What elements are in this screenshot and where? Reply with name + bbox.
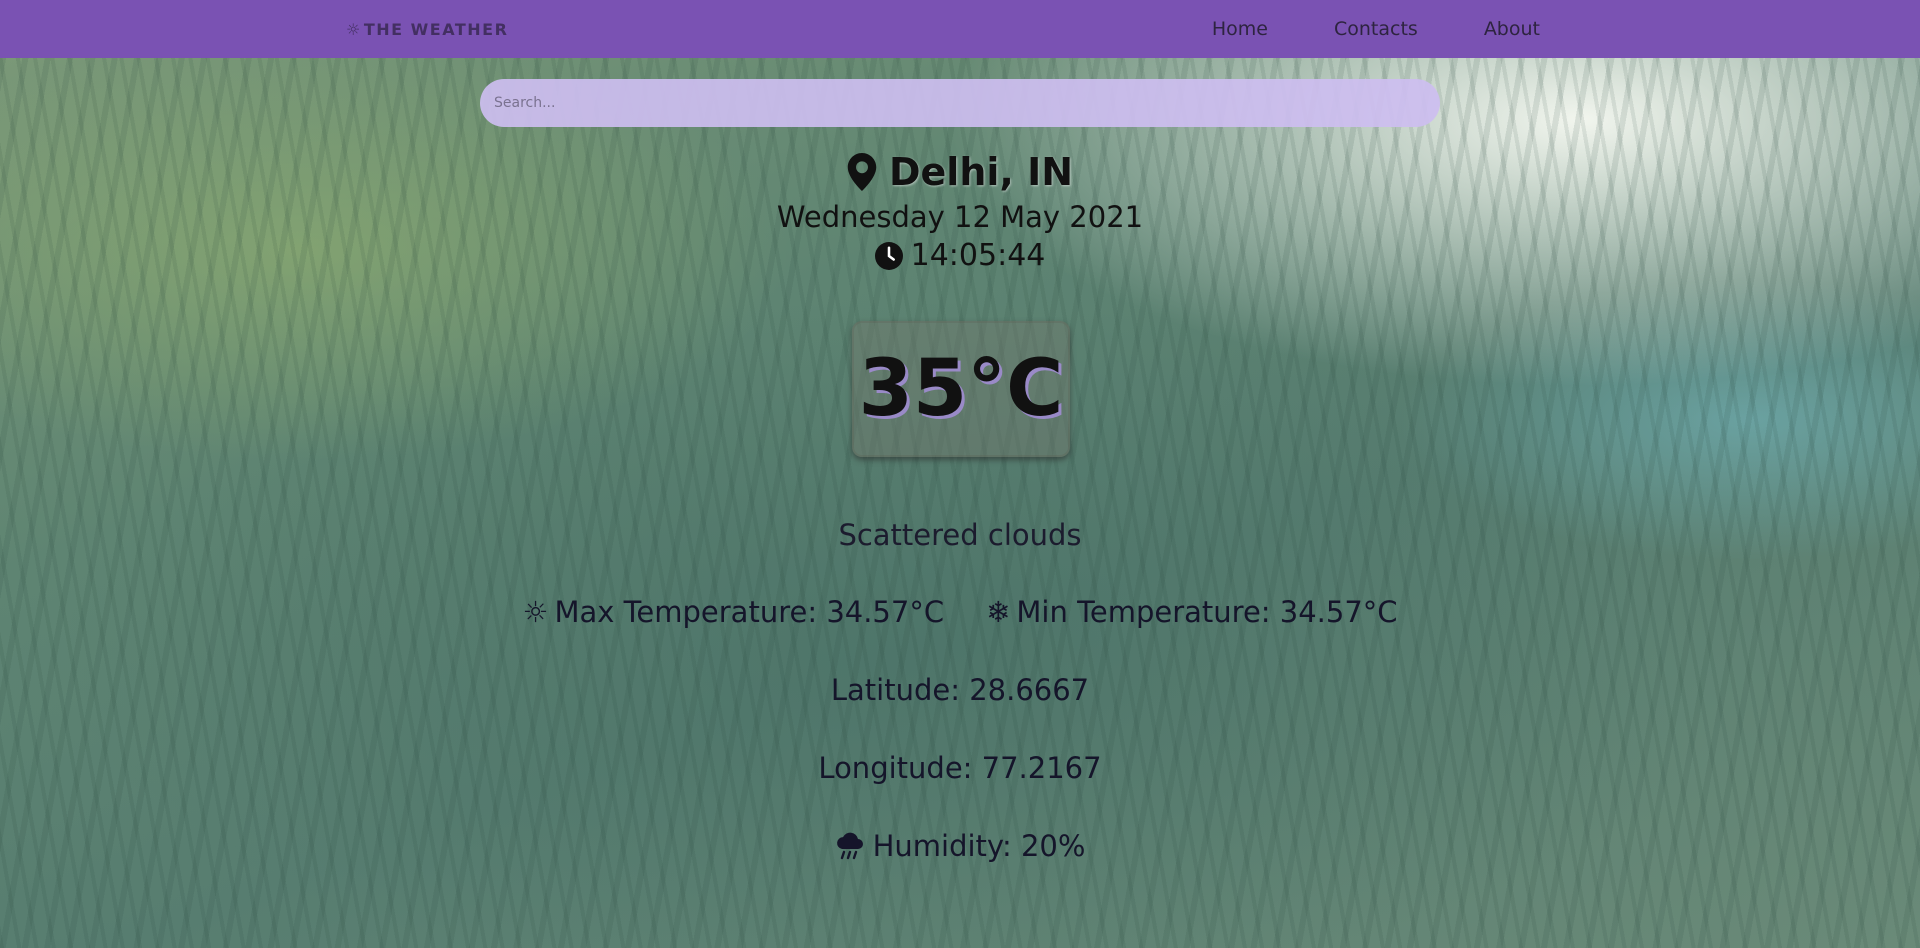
rain-cloud-icon [836, 832, 863, 860]
min-temperature: ❄ Min Temperature: 34.57°C [986, 595, 1397, 629]
min-max-row: ☼ Max Temperature: 34.57°C ❄ Min Temperatu… [0, 595, 1920, 629]
max-temperature-text: Max Temperature: 34.57°C [554, 595, 945, 629]
max-temperature: ☼ Max Temperature: 34.57°C [522, 595, 944, 629]
nav-about-link[interactable]: About [1484, 18, 1540, 40]
brand-title: THE WEATHER [363, 19, 509, 39]
snowflake-icon: ❄ [986, 595, 1011, 629]
location-heading: Delhi, IN [0, 150, 1920, 194]
sun-icon: ☼ [346, 19, 362, 39]
location-text: Delhi, IN [888, 150, 1074, 194]
time-text: 14:05:44 [910, 238, 1046, 273]
nav-home-link[interactable]: Home [1212, 18, 1268, 40]
search-input[interactable] [480, 79, 1440, 127]
humidity-row: Humidity: 20% [0, 829, 1920, 863]
temperature-card: 35°C [852, 321, 1070, 457]
clock-icon [874, 241, 903, 270]
longitude-text: Longitude: 77.2167 [818, 751, 1102, 785]
navbar: ☼ THE WEATHER Home Contacts About [0, 0, 1920, 58]
nav-contacts-link[interactable]: Contacts [1334, 18, 1418, 40]
sun-icon: ☼ [522, 595, 549, 629]
nav-links: Home Contacts About [1212, 0, 1540, 58]
min-temperature-text: Min Temperature: 34.57°C [1016, 595, 1398, 629]
brand-logo[interactable]: ☼ THE WEATHER [346, 18, 508, 40]
date-text: Wednesday 12 May 2021 [776, 200, 1144, 234]
temperature-value: 35°C [858, 344, 1064, 434]
latitude-text: Latitude: 28.6667 [830, 673, 1090, 707]
map-pin-icon [847, 153, 877, 191]
weather-description: Scattered clouds [838, 518, 1082, 552]
humidity-text: Humidity: 20% [872, 829, 1086, 863]
time-row: 14:05:44 [0, 238, 1920, 273]
